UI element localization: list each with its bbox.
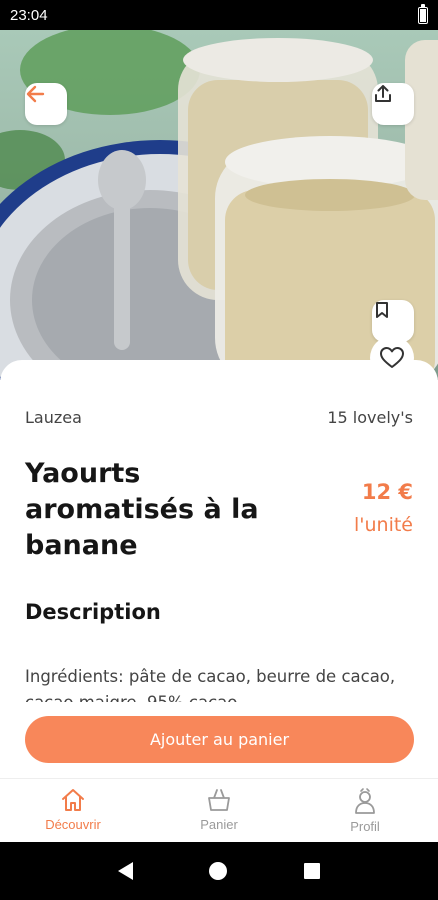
- system-navigation-bar: [0, 842, 438, 900]
- bottom-nav: Découvrir Panier Profil: [0, 778, 438, 842]
- description-heading: Description: [25, 600, 161, 624]
- product-price: 12 €: [361, 480, 413, 504]
- profile-icon: [355, 788, 375, 814]
- heart-icon: [380, 347, 404, 368]
- system-recents-icon[interactable]: [303, 863, 320, 879]
- add-to-cart-button[interactable]: Ajouter au panier: [25, 716, 414, 763]
- nav-item-discover[interactable]: Découvrir: [0, 779, 146, 842]
- nav-item-profile[interactable]: Profil: [292, 779, 438, 842]
- bookmark-icon: [376, 302, 388, 318]
- nav-item-cart[interactable]: Panier: [146, 779, 292, 842]
- lovely-count: 15 lovely's: [327, 408, 413, 427]
- share-button[interactable]: [372, 83, 414, 125]
- favorite-button[interactable]: [370, 336, 414, 380]
- back-button[interactable]: [25, 83, 67, 125]
- status-time: 23:04: [10, 6, 48, 24]
- product-title: Yaourts aromatisés à la banane: [25, 458, 259, 561]
- system-back-icon[interactable]: [118, 862, 134, 880]
- status-bar: 23:04: [0, 0, 438, 30]
- home-icon: [62, 789, 84, 811]
- share-icon: [375, 85, 391, 102]
- product-image: [0, 30, 438, 380]
- basket-icon: [208, 789, 230, 811]
- meta-row: Lauzea 15 lovely's: [25, 408, 413, 427]
- system-home-icon[interactable]: [209, 862, 228, 880]
- price-unit: l'unité: [353, 514, 413, 536]
- nav-label-discover: Découvrir: [45, 817, 101, 832]
- battery-icon: [418, 3, 428, 24]
- arrow-left-icon: [26, 85, 45, 103]
- nav-label-profile: Profil: [350, 819, 380, 834]
- nav-label-cart: Panier: [200, 817, 238, 832]
- brand-name[interactable]: Lauzea: [25, 408, 82, 427]
- cart-action-bar: Ajouter au panier: [0, 702, 438, 778]
